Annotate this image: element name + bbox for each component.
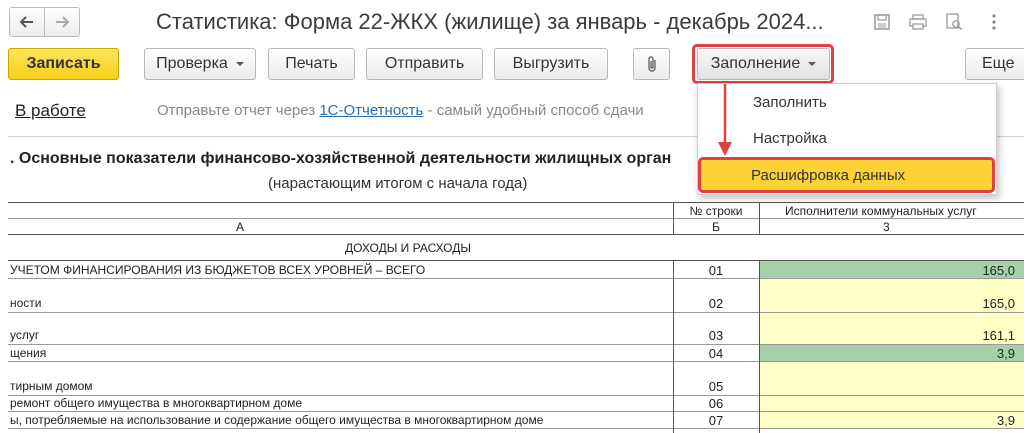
table-border [8, 202, 1024, 203]
row-value: 3,9 [996, 346, 1015, 361]
menu-item-data-breakdown[interactable]: Расшифровка данных [698, 157, 995, 193]
attach-button[interactable] [633, 48, 670, 80]
row-number: 04 [708, 346, 724, 361]
row-value: 3,9 [996, 413, 1015, 428]
floppy-icon [874, 14, 890, 30]
column-number-3: 3 [883, 220, 890, 234]
row-value: 165,0 [982, 296, 1015, 311]
hint-prefix: Отправьте отчет через [157, 102, 316, 119]
more-vertical-button[interactable] [984, 12, 1004, 32]
row-label: услуг [10, 328, 40, 342]
menu-item-fill[interactable]: Заполнить [753, 94, 827, 111]
reporting-link[interactable]: 1С-Отчетность [319, 102, 423, 119]
preview-icon-button[interactable] [944, 12, 964, 32]
paperclip-icon [647, 56, 656, 72]
row-label: УЧЕТОМ ФИНАНСИРОВАНИЯ ИЗ БЮДЖЕТОВ ВСЕХ У… [10, 263, 426, 277]
print-button[interactable]: Печать [268, 48, 355, 80]
value-cell[interactable] [760, 362, 1024, 395]
hint-suffix: - самый удобный способ сдачи [427, 102, 644, 119]
row-number: 07 [708, 413, 724, 428]
send-button[interactable]: Отправить [366, 48, 483, 80]
table-border [759, 202, 760, 234]
row-label: ы, потребляемые на использование и содер… [10, 413, 544, 427]
chevron-down-icon [235, 62, 244, 66]
save-icon-button[interactable] [872, 12, 892, 32]
row-number: 03 [708, 328, 724, 343]
row-number: 06 [708, 396, 724, 411]
row-number: 01 [708, 263, 724, 278]
row-label: тирным домом [10, 379, 93, 393]
fill-button-highlight [692, 44, 834, 84]
back-button[interactable] [9, 7, 45, 37]
menu-item-data-breakdown-label: Расшифровка данных [751, 167, 906, 184]
more-button[interactable]: Еще [965, 48, 1024, 80]
row-label: ности [10, 296, 42, 310]
row-value: 165,0 [982, 263, 1015, 278]
row-number: 02 [708, 296, 724, 311]
printer-icon [909, 14, 927, 30]
row-number: 05 [708, 379, 724, 394]
print-icon-button[interactable] [908, 12, 928, 32]
forward-button[interactable] [44, 7, 80, 37]
status-badge[interactable]: В работе [15, 101, 86, 121]
section-title: . Основные показатели финансово-хозяйств… [10, 150, 672, 167]
reporting-hint: Отправьте отчет через 1С-Отчетность - са… [157, 102, 644, 119]
document-search-icon [946, 13, 963, 31]
table-border [8, 234, 1024, 235]
arrow-left-icon [20, 16, 33, 28]
group-title: ДОХОДЫ И РАСХОДЫ [345, 241, 471, 255]
row-label: ремонт общего имущества в многоквартирно… [10, 396, 303, 410]
table-border [8, 218, 1024, 219]
save-button[interactable]: Записать [8, 48, 119, 80]
row-label: щения [10, 346, 47, 360]
row-value: 161,1 [982, 328, 1015, 343]
arrow-right-icon [56, 16, 69, 28]
table-border [8, 428, 1024, 429]
column-letter-b: Б [712, 220, 720, 234]
annotation-arrow-icon [718, 84, 732, 156]
value-cell[interactable] [760, 396, 1024, 411]
export-button[interactable]: Выгрузить [494, 48, 608, 80]
column-header-providers: Исполнители коммунальных услуг [785, 204, 977, 218]
check-button-label: Проверка [156, 55, 228, 72]
column-header-rownum: № строки [689, 204, 743, 218]
menu-item-settings[interactable]: Настройка [753, 130, 827, 147]
dots-vertical-icon [992, 14, 996, 30]
column-letter-a: А [236, 220, 245, 234]
check-button[interactable]: Проверка [144, 48, 256, 80]
section-subtitle: (нарастающим итогом с начала года) [268, 175, 528, 192]
window-title: Статистика: Форма 22-ЖКХ (жилище) за янв… [156, 9, 824, 34]
